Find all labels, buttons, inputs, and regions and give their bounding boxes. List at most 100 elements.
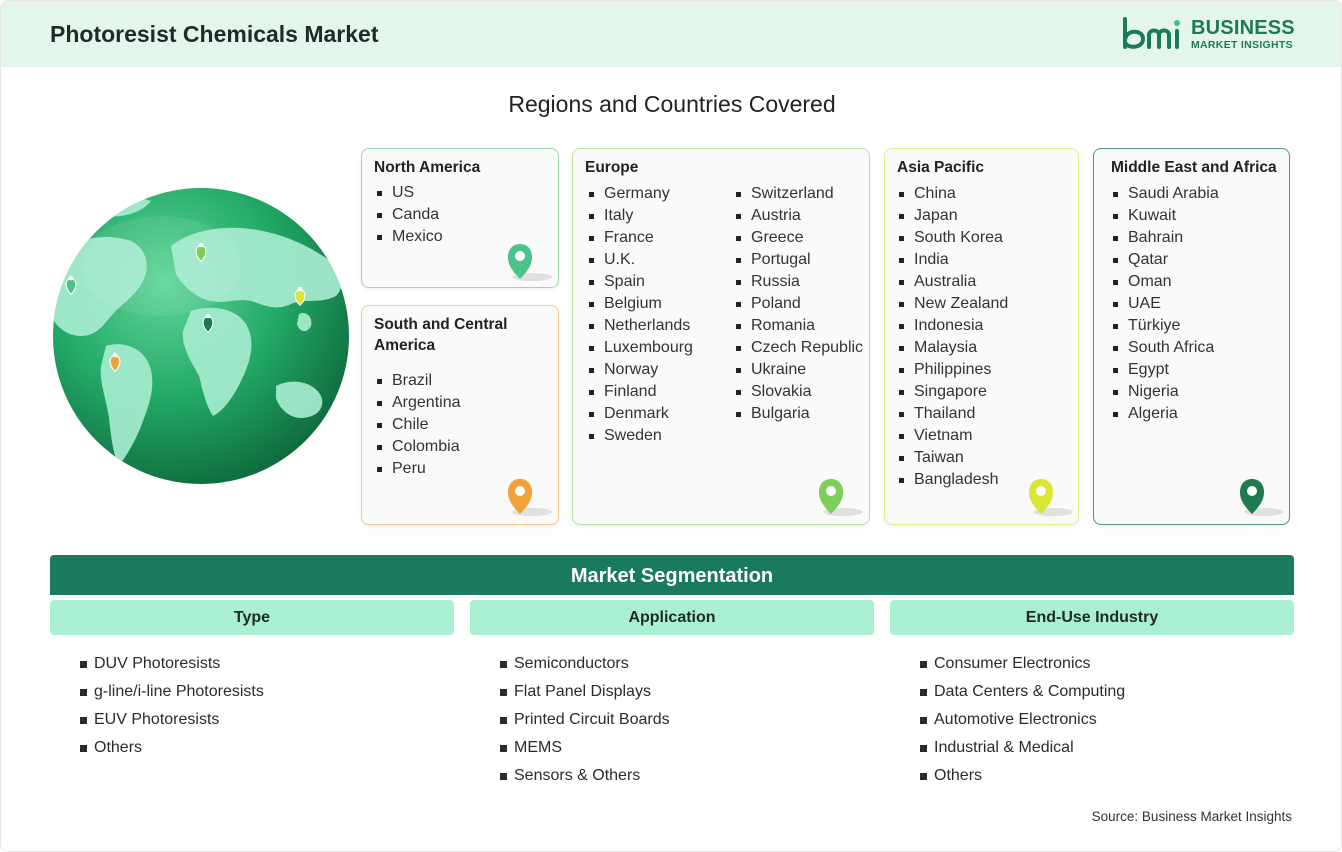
list-item: France [587,227,693,249]
list-item: Germany [587,183,693,205]
list-item: South Korea [897,227,1008,249]
list-item: Brazil [375,370,461,392]
infographic: Photoresist Chemicals Market BUSINESS MA… [0,0,1342,852]
list-item: Semiconductors [500,650,670,678]
list-item: Automotive Electronics [920,706,1125,734]
list-item: Nigeria [1111,381,1219,403]
list-item: Switzerland [734,183,863,205]
region-card-europe: Europe Germany Italy France U.K. Spain B… [572,148,870,525]
list-item: Netherlands [587,315,693,337]
list-item: Japan [897,205,1008,227]
list-item: Oman [1111,271,1219,293]
country-list: Saudi Arabia Kuwait Bahrain Qatar Oman U… [1111,183,1219,425]
list-item: Printed Circuit Boards [500,706,670,734]
country-list: China Japan South Korea India Australia … [897,183,1008,491]
list-item: Indonesia [897,315,1008,337]
map-pin-icon [508,244,552,281]
list-item: Slovakia [734,381,863,403]
list-item: Thailand [897,403,1008,425]
list-item: Canda [375,204,443,226]
list-item: Russia [734,271,863,293]
list-item: Italy [587,205,693,227]
segmentation-title: Market Segmentation [50,555,1294,595]
list-item: Singapore [897,381,1008,403]
list-item: Denmark [587,403,693,425]
region-card-middle-east-africa: Middle East and Africa Saudi Arabia Kuwa… [1093,148,1290,525]
list-item: Bangladesh [897,469,1008,491]
list-item: Mexico [375,226,443,248]
list-item: Luxembourg [587,337,693,359]
list-item: Data Centers & Computing [920,678,1125,706]
segment-heading-application: Application [470,600,874,635]
map-pin-icon [1029,479,1073,516]
region-title: Europe [585,159,639,176]
region-card-south-central-america: South and Central America Brazil Argenti… [361,305,559,525]
list-item: Industrial & Medical [920,734,1125,762]
list-item: Taiwan [897,447,1008,469]
segment-heading-end-use-industry: End-Use Industry [890,600,1294,635]
list-item: Bulgaria [734,403,863,425]
region-card-north-america: North America US Canda Mexico [361,148,559,288]
list-item: Colombia [375,436,461,458]
list-item: Austria [734,205,863,227]
segment-list-application: Semiconductors Flat Panel Displays Print… [500,650,670,790]
list-item: Chile [375,414,461,436]
list-item: India [897,249,1008,271]
regions-title: Regions and Countries Covered [508,91,836,117]
list-item: Finland [587,381,693,403]
logo-text-market-insights: MARKET INSIGHTS [1191,39,1293,51]
globe-icon [53,188,349,484]
list-item: Consumer Electronics [920,650,1125,678]
list-item: Others [80,734,264,762]
list-item: Poland [734,293,863,315]
list-item: Ukraine [734,359,863,381]
region-title: Middle East and Africa [1111,159,1277,176]
list-item: New Zealand [897,293,1008,315]
segment-list-type: DUV Photoresists g-line/i-line Photoresi… [80,650,264,762]
list-item: Australia [897,271,1008,293]
region-title: South and Central America [374,316,508,354]
list-item: Argentina [375,392,461,414]
list-item: Kuwait [1111,205,1219,227]
list-item: MEMS [500,734,670,762]
list-item: Greece [734,227,863,249]
list-item: Bahrain [1111,227,1219,249]
list-item: Czech Republic [734,337,863,359]
list-item: Romania [734,315,863,337]
list-item: Sweden [587,425,693,447]
country-list-col2: Switzerland Austria Greece Portugal Russ… [734,183,863,425]
list-item: Qatar [1111,249,1219,271]
country-list: Brazil Argentina Chile Colombia Peru [375,370,461,480]
list-item: Türkiye [1111,315,1219,337]
list-item: Spain [587,271,693,293]
page-title: Photoresist Chemicals Market [50,21,379,47]
list-item: China [897,183,1008,205]
brand-logo: BUSINESS MARKET INSIGHTS [1121,15,1301,55]
list-item: g-line/i-line Photoresists [80,678,264,706]
map-pin-icon [819,479,863,516]
list-item: UAE [1111,293,1219,315]
segment-heading-type: Type [50,600,454,635]
list-item: US [375,182,443,204]
region-title: Asia Pacific [897,159,985,176]
bmi-logo-icon [1123,17,1180,49]
country-list-col1: Germany Italy France U.K. Spain Belgium … [587,183,693,447]
list-item: Portugal [734,249,863,271]
list-item: Peru [375,458,461,480]
list-item: Algeria [1111,403,1219,425]
list-item: Malaysia [897,337,1008,359]
header: Photoresist Chemicals Market BUSINESS MA… [1,1,1341,67]
source-note: Source: Business Market Insights [1091,809,1292,824]
list-item: Flat Panel Displays [500,678,670,706]
globe-illustration [51,186,351,486]
list-item: Vietnam [897,425,1008,447]
list-item: Sensors & Others [500,762,670,790]
segment-list-end-use-industry: Consumer Electronics Data Centers & Comp… [920,650,1125,790]
region-title: North America [374,159,481,176]
list-item: DUV Photoresists [80,650,264,678]
list-item: Norway [587,359,693,381]
country-list: US Canda Mexico [375,182,443,248]
list-item: Belgium [587,293,693,315]
list-item: South Africa [1111,337,1219,359]
list-item: Egypt [1111,359,1219,381]
